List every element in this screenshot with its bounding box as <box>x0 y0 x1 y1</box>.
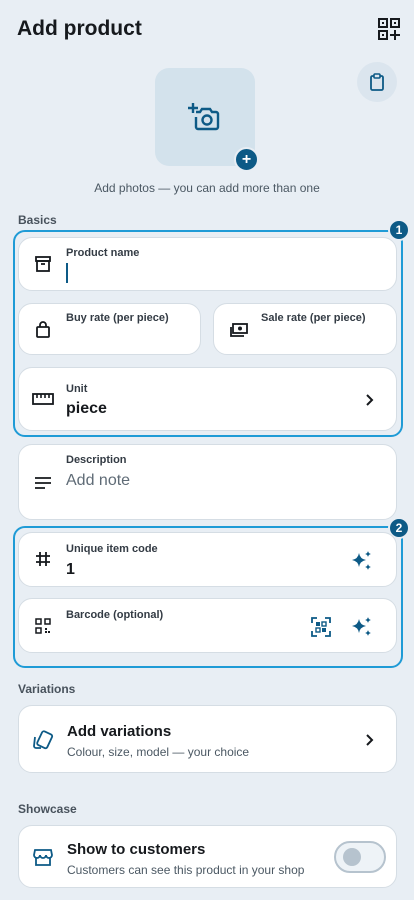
hash-icon <box>35 551 51 567</box>
item-code-value: 1 <box>66 561 75 578</box>
section-variations: Variations <box>18 682 76 696</box>
add-variations-row[interactable]: Add variations Colour, size, model — you… <box>18 705 397 773</box>
shopping-bag-icon <box>34 321 52 339</box>
show-to-customers-subtitle: Customers can see this product in your s… <box>67 863 305 877</box>
add-camera-icon <box>188 103 220 131</box>
item-code-label: Unique item code <box>66 543 158 555</box>
section-showcase: Showcase <box>18 802 77 816</box>
barcode-field[interactable]: Barcode (optional) <box>18 598 397 653</box>
item-code-field[interactable]: Unique item code 1 <box>18 532 397 587</box>
description-label: Description <box>66 454 127 466</box>
add-variations-subtitle: Colour, size, model — your choice <box>67 745 250 759</box>
clipboard-button[interactable] <box>357 62 397 102</box>
notes-icon <box>34 475 52 491</box>
scan-icon[interactable] <box>311 617 331 637</box>
show-to-customers-toggle[interactable] <box>334 841 386 873</box>
sparkle-generate-icon[interactable] <box>351 550 373 572</box>
product-name-label: Product name <box>66 247 140 259</box>
unit-field[interactable]: Unit piece <box>18 367 397 431</box>
buy-rate-field[interactable]: Buy rate (per piece) <box>18 303 201 355</box>
storefront-icon <box>33 847 53 867</box>
chevron-right-icon <box>363 393 377 407</box>
variations-icon <box>32 729 54 751</box>
description-field[interactable]: Description Add note <box>18 444 397 520</box>
show-to-customers-row[interactable]: Show to customers Customers can see this… <box>18 825 397 888</box>
description-placeholder: Add note <box>66 472 131 489</box>
add-variations-title: Add variations <box>67 723 172 740</box>
qr-code-icon <box>35 618 51 634</box>
buy-rate-label: Buy rate (per piece) <box>66 312 169 324</box>
product-name-field[interactable]: Product name <box>18 237 397 291</box>
sale-rate-field[interactable]: Sale rate (per piece) <box>213 303 397 355</box>
cash-icon <box>229 321 249 339</box>
qr-add-icon[interactable] <box>378 18 400 40</box>
section-basics: Basics <box>18 213 57 227</box>
badge-1: 1 <box>388 219 410 241</box>
unit-label: Unit <box>66 383 88 395</box>
show-to-customers-title: Show to customers <box>67 841 206 858</box>
ruler-icon <box>32 392 54 406</box>
sale-rate-label: Sale rate (per piece) <box>261 312 366 324</box>
toggle-knob <box>343 848 361 866</box>
variations-chevron-right-icon <box>363 733 377 747</box>
barcode-label: Barcode (optional) <box>66 609 164 621</box>
add-photo-plus-icon[interactable]: + <box>234 147 259 172</box>
text-cursor <box>66 263 68 283</box>
archive-icon <box>34 255 52 273</box>
unit-value: piece <box>66 400 107 417</box>
sparkle-generate-barcode-icon[interactable] <box>351 616 373 638</box>
photo-hint: Add photos — you can add more than one <box>94 181 320 195</box>
page-title: Add product <box>17 17 142 40</box>
clipboard-icon <box>370 73 384 91</box>
